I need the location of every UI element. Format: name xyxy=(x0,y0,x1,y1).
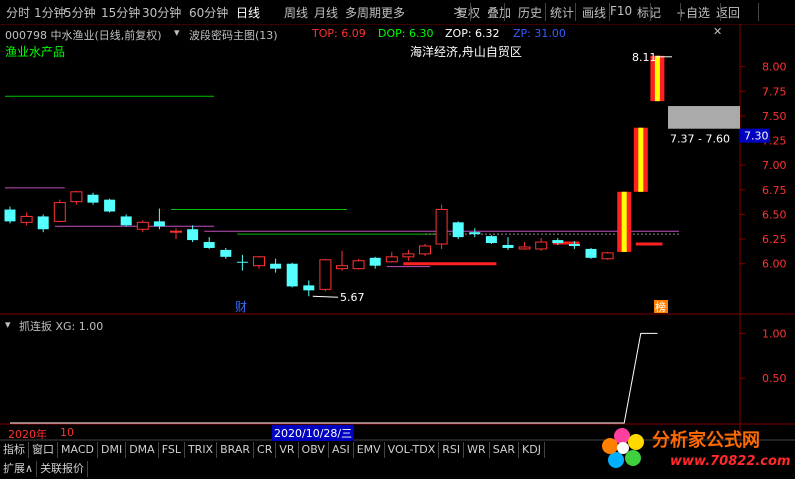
candle-body-27 xyxy=(452,222,464,238)
tab-16[interactable]: SAR xyxy=(490,442,520,458)
tab-7[interactable]: BRAR xyxy=(217,442,255,458)
y-tick-label-4: 7.00 xyxy=(762,159,787,172)
tab-6[interactable]: TRIX xyxy=(185,442,218,458)
candle-body-13 xyxy=(220,249,232,257)
y-tick-label-3: 6.75 xyxy=(762,184,787,197)
watermark-text: 分析家公式网 xyxy=(652,430,760,451)
bang-marker: 榜 xyxy=(655,300,666,314)
tab-14[interactable]: RSI xyxy=(439,442,465,458)
cai-marker: 财 xyxy=(235,300,247,314)
secondary-tab-1[interactable]: 关联报价 xyxy=(37,461,89,477)
candle-body-8 xyxy=(136,221,149,230)
candle-body-29 xyxy=(485,236,497,244)
highlight-box xyxy=(668,106,740,129)
tab-17[interactable]: KDJ xyxy=(519,442,545,458)
secondary-tabs: 扩展∧ 关联报价 xyxy=(0,461,89,477)
candle-body-10 xyxy=(170,230,182,233)
candle-body-36 xyxy=(601,252,614,260)
tab-10[interactable]: OBV xyxy=(299,442,329,458)
concept-label: 海洋经济,舟山自贸区 xyxy=(410,45,522,59)
tab-15[interactable]: WR xyxy=(464,442,490,458)
y-tick-label-0: 6.00 xyxy=(762,258,787,271)
sub-panel-dropdown-icon[interactable]: ▾ xyxy=(5,318,11,331)
price-tag-label: 7.30 xyxy=(744,130,769,143)
tab-0[interactable]: 指标 xyxy=(0,442,29,458)
sub-y-tick-label-1: 1.00 xyxy=(762,327,787,340)
range-label: 7.37 - 7.60 xyxy=(670,133,730,146)
low-pointer xyxy=(312,295,339,298)
watermark-url: www.70822.com xyxy=(670,454,791,469)
candle-body-22 xyxy=(369,257,381,266)
candle-body-18 xyxy=(303,285,315,291)
sector-label: 渔业水产品 xyxy=(5,45,66,59)
high-label: 8.11 xyxy=(632,51,657,64)
tab-12[interactable]: EMV xyxy=(354,442,385,458)
candle-stripe-38 xyxy=(638,127,644,192)
y-tick-label-8: 8.00 xyxy=(762,61,787,74)
tab-5[interactable]: FSL xyxy=(159,442,185,458)
sub-panel-title: 抓连扳 XG: 1.00 xyxy=(19,320,104,333)
tab-1[interactable]: 窗口 xyxy=(29,442,58,458)
candle-body-21 xyxy=(352,260,365,270)
candle-body-11 xyxy=(187,229,199,241)
cursor-date: 2020/10/28/三 xyxy=(272,425,355,441)
tab-2[interactable]: MACD xyxy=(58,442,98,458)
candle-body-3 xyxy=(53,202,66,222)
tab-4[interactable]: DMA xyxy=(126,442,159,458)
sub-y-tick-label-0: 0.50 xyxy=(762,372,787,385)
candle-body-25 xyxy=(419,245,431,255)
y-tick-label-2: 6.50 xyxy=(762,208,787,221)
tab-11[interactable]: ASI xyxy=(329,442,354,458)
candle-body-2 xyxy=(37,216,49,230)
candle-body-32 xyxy=(535,241,548,250)
candle-body-12 xyxy=(203,242,215,248)
candle-body-34 xyxy=(568,244,580,246)
candle-body-19 xyxy=(319,259,332,290)
month-label: 10 xyxy=(60,426,74,439)
tab-3[interactable]: DMI xyxy=(98,442,127,458)
y-tick-label-6: 7.50 xyxy=(762,110,787,123)
candle-stripe-37 xyxy=(621,191,627,252)
candle-body-26 xyxy=(435,209,448,245)
candle-body-14 xyxy=(236,261,248,263)
candle-body-17 xyxy=(286,263,298,287)
candle-body-5 xyxy=(87,194,99,203)
candle-body-33 xyxy=(552,240,564,244)
indicator-tabs: 指标 窗口 MACD DMI DMA FSL TRIX BRAR CR VR OBV ASI EMV VO… xyxy=(0,442,545,458)
candle-body-6 xyxy=(104,199,116,212)
candle-body-4 xyxy=(70,191,83,203)
candle-body-9 xyxy=(153,221,165,227)
tab-9[interactable]: VR xyxy=(276,442,299,458)
y-tick-label-1: 6.25 xyxy=(762,233,787,246)
candle-body-28 xyxy=(469,232,481,235)
candle-body-15 xyxy=(253,256,265,267)
y-tick-label-7: 7.75 xyxy=(762,85,787,98)
candle-body-20 xyxy=(336,265,348,270)
candle-body-35 xyxy=(585,248,597,258)
tab-8[interactable]: CR xyxy=(254,442,277,458)
candle-body-16 xyxy=(270,263,282,269)
secondary-tab-0[interactable]: 扩展∧ xyxy=(0,461,38,477)
chart-area: 6.006.256.506.757.007.257.507.758.007.37… xyxy=(0,24,795,441)
candle-body-7 xyxy=(120,216,132,226)
xg-line xyxy=(10,332,658,424)
year-label: 2020年 xyxy=(8,428,47,441)
watermark-logo: 分析家公式网 www.70822.com xyxy=(600,420,791,476)
candle-body-23 xyxy=(385,256,398,263)
candle-body-24 xyxy=(402,253,415,258)
candle-body-1 xyxy=(20,215,33,223)
low-label: 5.67 xyxy=(340,291,365,304)
tab-13[interactable]: VOL-TDX xyxy=(385,442,440,458)
candle-body-31 xyxy=(518,246,531,250)
candle-body-0 xyxy=(4,209,16,222)
candle-body-30 xyxy=(502,245,514,248)
